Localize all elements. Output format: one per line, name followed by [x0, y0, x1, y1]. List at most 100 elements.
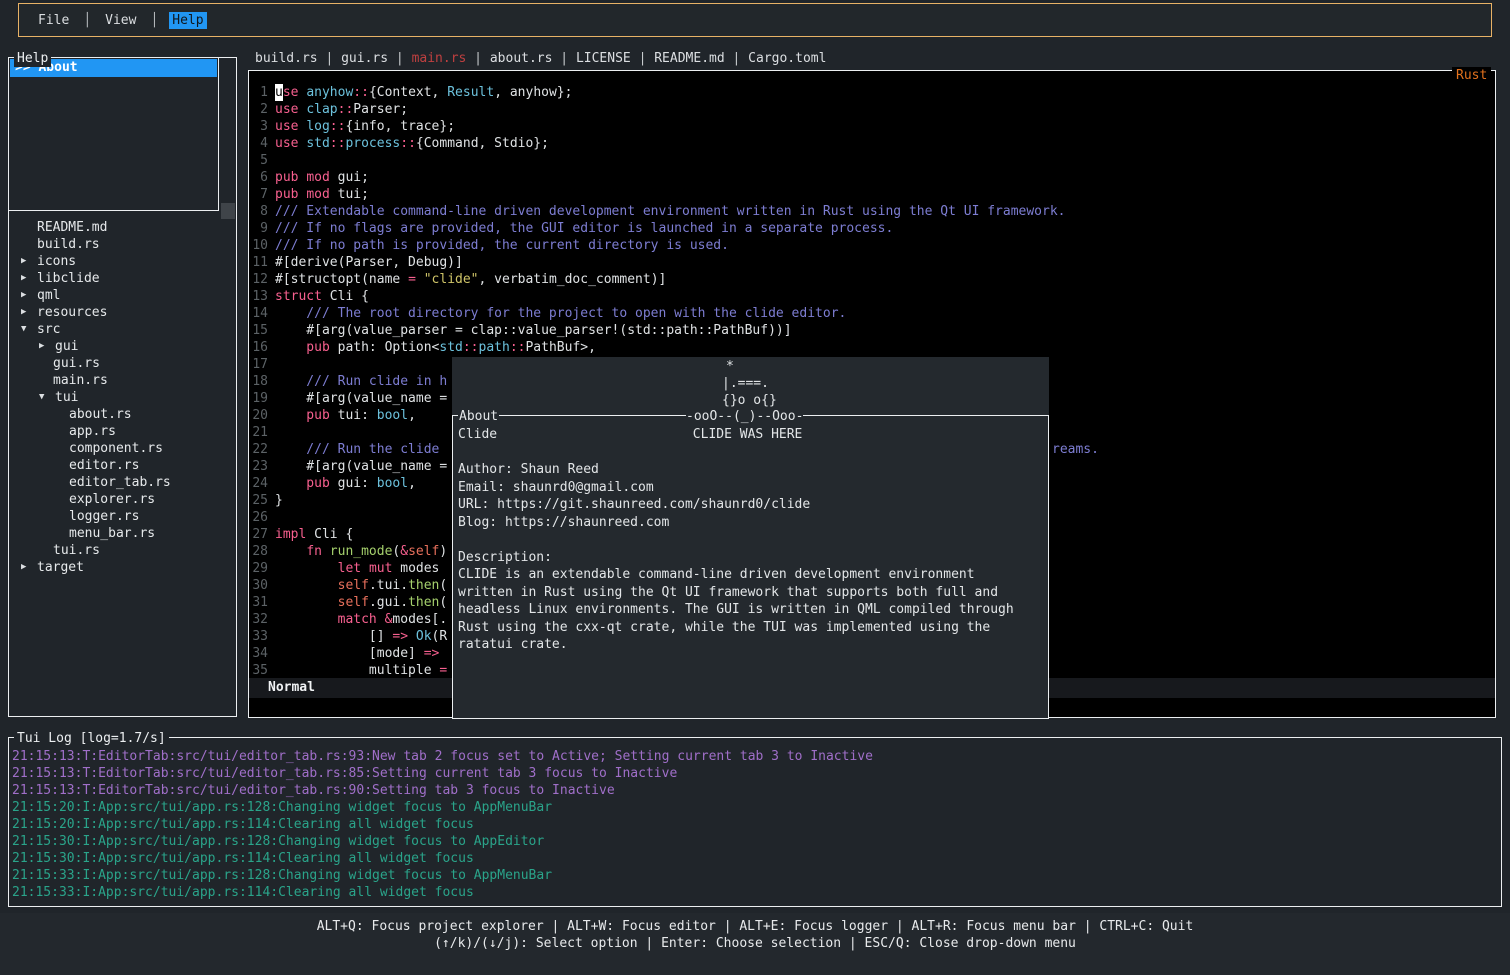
tree-item-src[interactable]: ▼src — [9, 321, 235, 338]
code-token: pub — [275, 169, 298, 186]
about-dialog-row-9: CLIDE is an extendable command-line driv… — [458, 566, 975, 583]
code-token: .gui. — [369, 594, 408, 611]
code-line-2[interactable]: 2use clap::Parser; — [249, 101, 1495, 118]
tree-item-main-rs[interactable]: main.rs — [9, 372, 235, 389]
tree-item-about-rs[interactable]: about.rs — [9, 406, 235, 423]
tree-item-label: gui.rs — [53, 355, 100, 372]
tree-item-build-rs[interactable]: build.rs — [9, 236, 235, 253]
tree-item-logger-rs[interactable]: logger.rs — [9, 508, 235, 525]
code-line-15[interactable]: 15 #[arg(value_parser = clap::value_pars… — [249, 322, 1495, 339]
code-token — [275, 543, 306, 560]
line-number: 25 — [249, 492, 268, 509]
editor-tab-bar: build.rs | gui.rs | main.rs | about.rs |… — [255, 50, 826, 67]
code-token: (R — [432, 628, 448, 645]
about-dialog: About -ooO--(_)--Ooo- *|.===.{}o o{}Clid… — [452, 357, 1049, 719]
log-entry-2: 21:15:13:T:EditorTab:src/tui/editor_tab.… — [12, 765, 1492, 782]
code-token: modes — [392, 560, 439, 577]
log-entry-9: 21:15:33:I:App:src/tui/app.rs:114:Cleari… — [12, 884, 1492, 901]
menu-item-help[interactable]: Help — [169, 12, 206, 29]
ascii-owl-art-line-2: |.===. — [722, 375, 769, 392]
code-line-11[interactable]: 11#[derive(Parser, Debug)] — [249, 254, 1495, 271]
menu-item-view[interactable]: View — [102, 12, 139, 29]
code-line-4[interactable]: 4use std::process::{Command, Stdio}; — [249, 135, 1495, 152]
tree-item-menu-bar-rs[interactable]: menu_bar.rs — [9, 525, 235, 542]
code-line-13[interactable]: 13struct Cli { — [249, 288, 1495, 305]
tab-main-rs[interactable]: main.rs — [412, 51, 467, 66]
chevron-collapsed-icon: ▶ — [21, 270, 37, 287]
chevron-collapsed-icon: ▶ — [21, 253, 37, 270]
code-line-9[interactable]: 9/// If no flags are provided, the GUI e… — [249, 220, 1495, 237]
code-token: anyhow — [306, 84, 353, 101]
about-dialog-row-4: Email: shaunrd0@gmail.com — [458, 479, 654, 496]
code-token: gui; — [330, 169, 369, 186]
tab-gui-rs[interactable]: gui.rs — [341, 51, 388, 66]
chevron-collapsed-icon: ▶ — [39, 338, 55, 355]
tab-build-rs[interactable]: build.rs — [255, 51, 318, 66]
code-token: se — [283, 84, 299, 101]
code-line-3[interactable]: 3use log::{info, trace}; — [249, 118, 1495, 135]
tree-item-gui-rs[interactable]: gui.rs — [9, 355, 235, 372]
line-number: 2 — [249, 101, 268, 118]
code-line-6[interactable]: 6pub mod gui; — [249, 169, 1495, 186]
tree-item-gui[interactable]: ▶gui — [9, 338, 235, 355]
code-token — [361, 560, 369, 577]
code-token: {Context, — [369, 84, 447, 101]
status-line-1: ALT+Q: Focus project explorer | ALT+W: F… — [0, 918, 1510, 935]
code-token: modes[. — [392, 611, 447, 628]
code-token: process — [345, 135, 400, 152]
tree-item-app-rs[interactable]: app.rs — [9, 423, 235, 440]
code-line-12[interactable]: 12#[structopt(name = "clide", verbatim_d… — [249, 271, 1495, 288]
tui-log-title: Tui Log [log=1.7/s] — [14, 730, 169, 747]
tree-item-icons[interactable]: ▶icons — [9, 253, 235, 270]
tree-item-label: app.rs — [69, 423, 116, 440]
tab-cargo-toml[interactable]: Cargo.toml — [748, 51, 826, 66]
code-token: [] — [275, 628, 392, 645]
code-line-14[interactable]: 14 /// The root directory for the projec… — [249, 305, 1495, 322]
code-token: std — [439, 339, 462, 356]
code-token: :: — [338, 101, 354, 118]
tree-item-editor-rs[interactable]: editor.rs — [9, 457, 235, 474]
log-entry-6: 21:15:30:I:App:src/tui/app.rs:128:Changi… — [12, 833, 1492, 850]
tree-item-label: tui — [55, 389, 78, 406]
menu-item-file[interactable]: File — [35, 12, 72, 29]
tree-item-target[interactable]: ▶target — [9, 559, 235, 576]
tree-item-resources[interactable]: ▶resources — [9, 304, 235, 321]
code-line-16[interactable]: 16 pub path: Option<std::path::PathBuf>, — [249, 339, 1495, 356]
tree-item-explorer-rs[interactable]: explorer.rs — [9, 491, 235, 508]
tree-item-component-rs[interactable]: component.rs — [9, 440, 235, 457]
line-number: 35 — [249, 662, 268, 679]
tree-item-libclide[interactable]: ▶libclide — [9, 270, 235, 287]
line-number: 31 — [249, 594, 268, 611]
tree-item-label: explorer.rs — [69, 491, 155, 508]
code-line-5[interactable]: 5 — [249, 152, 1495, 169]
code-token: log — [306, 118, 329, 135]
tree-item-label: about.rs — [69, 406, 132, 423]
code-token: :: — [463, 339, 479, 356]
code-line-10[interactable]: 10/// If no path is provided, the curren… — [249, 237, 1495, 254]
tree-item-qml[interactable]: ▶qml — [9, 287, 235, 304]
code-token: #[arg(value_name = — [275, 390, 447, 407]
tab-license[interactable]: LICENSE — [576, 51, 631, 66]
code-line-7[interactable]: 7pub mod tui; — [249, 186, 1495, 203]
about-dialog-row-13: ratatui crate. — [458, 636, 568, 653]
tree-item-tui-rs[interactable]: tui.rs — [9, 542, 235, 559]
code-token: use — [275, 101, 298, 118]
tab-about-rs[interactable]: about.rs — [490, 51, 553, 66]
line-number: 33 — [249, 628, 268, 645]
file-tree: README.mdbuild.rs▶icons▶libclide▶qml▶res… — [9, 219, 235, 576]
line-number: 18 — [249, 373, 268, 390]
code-line-8[interactable]: 8/// Extendable command-line driven deve… — [249, 203, 1495, 220]
code-token: } — [275, 492, 283, 509]
tree-item-tui[interactable]: ▼tui — [9, 389, 235, 406]
tree-item-editor-tab-rs[interactable]: editor_tab.rs — [9, 474, 235, 491]
tree-item-readme-md[interactable]: README.md — [9, 219, 235, 236]
code-line-1[interactable]: 1use anyhow::{Context, Result, anyhow}; — [249, 84, 1495, 101]
line-number: 7 — [249, 186, 268, 203]
code-token: /// Run clide in h — [275, 373, 447, 390]
explorer-scrollbar-thumb[interactable] — [221, 203, 235, 219]
tab-readme-md[interactable]: README.md — [654, 51, 724, 66]
code-token: #[structopt(name — [275, 271, 408, 288]
code-token: pub — [275, 186, 298, 203]
line-number: 1 — [249, 84, 268, 101]
line-number: 12 — [249, 271, 268, 288]
